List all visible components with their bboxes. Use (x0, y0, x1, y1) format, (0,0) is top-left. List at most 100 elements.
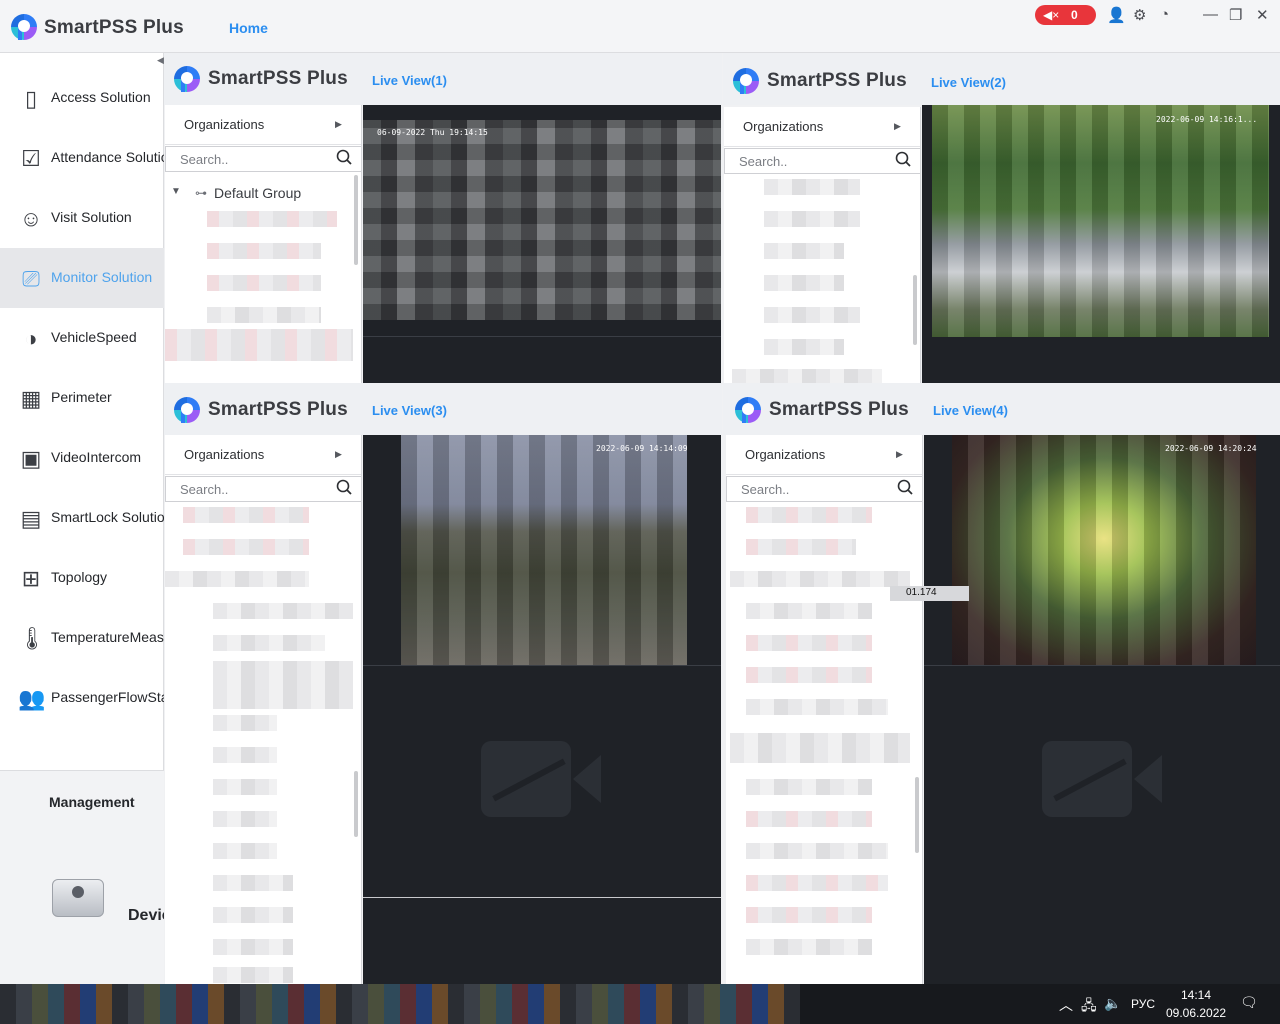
search-icon[interactable] (336, 479, 352, 495)
sidebar-item-label: Monitor Solution (51, 269, 153, 285)
expand-triangle-icon[interactable]: ▼ (171, 186, 181, 197)
list-item[interactable] (764, 179, 860, 195)
list-item[interactable] (732, 369, 882, 383)
tab-live-view-2[interactable]: Live View(2) (931, 75, 1006, 90)
sidebar-item-smartlock-solution[interactable]: ▤ SmartLock Solution (0, 488, 164, 548)
clock-time[interactable]: 14:14 (1181, 988, 1211, 1002)
list-item[interactable] (207, 275, 321, 291)
search-icon[interactable] (897, 479, 913, 495)
list-item[interactable] (213, 907, 293, 923)
list-item[interactable] (213, 875, 293, 891)
volume-icon[interactable]: 🔈 (1104, 995, 1121, 1012)
list-item[interactable] (165, 571, 309, 587)
organizations-dropdown[interactable]: Organizations ▶ (165, 105, 361, 145)
alarm-button[interactable]: ◀× 0 (1035, 5, 1096, 25)
list-item[interactable] (746, 603, 872, 619)
list-item[interactable] (730, 733, 910, 763)
list-item[interactable] (213, 661, 353, 709)
devices-label[interactable]: Devices (128, 907, 164, 925)
list-item[interactable] (165, 329, 353, 361)
list-item[interactable] (730, 571, 910, 587)
taskbar-apps[interactable] (0, 984, 800, 1024)
search-input[interactable]: Search.. (165, 146, 361, 172)
organizations-dropdown[interactable]: Organizations ▶ (724, 107, 920, 147)
restore-icon[interactable]: ❐ (1229, 6, 1242, 24)
organizations-dropdown[interactable]: Organizations ▶ (726, 435, 922, 475)
list-item[interactable] (746, 811, 872, 827)
sidebar-item-monitor-solution[interactable]: ⎚ Monitor Solution (0, 248, 164, 308)
minimize-icon[interactable]: — (1203, 6, 1218, 23)
tab-live-view-3[interactable]: Live View(3) (372, 403, 447, 418)
tab-live-view-1[interactable]: Live View(1) (372, 73, 447, 88)
language-indicator[interactable]: РУС (1131, 997, 1155, 1011)
tree-scrollbar[interactable] (354, 175, 358, 265)
list-item[interactable] (213, 967, 293, 983)
list-item[interactable] (207, 211, 337, 227)
tree-scrollbar[interactable] (354, 771, 358, 837)
list-item[interactable] (746, 939, 872, 955)
sidebar-item-vehiclespeed[interactable]: ◑ VehicleSpeed (0, 308, 164, 368)
search-input[interactable]: Search.. (724, 148, 920, 174)
performance-gauge-icon[interactable]: ◔ (1160, 6, 1169, 23)
list-item[interactable] (213, 779, 277, 795)
tree-scrollbar[interactable] (915, 777, 919, 853)
sidebar-item-perimeter[interactable]: ▦ Perimeter (0, 368, 164, 428)
tab-live-view-4[interactable]: Live View(4) (933, 403, 1008, 418)
search-input[interactable]: Search.. (165, 476, 361, 502)
list-item[interactable] (764, 307, 860, 323)
video-window-1[interactable]: 06-09-2022 Thu 19:14:15 (363, 105, 721, 383)
notification-icon[interactable]: 🗨 (1240, 994, 1258, 1011)
alarm-count: 0 (1071, 8, 1078, 22)
collapse-arrow-icon[interactable]: ◀ (157, 55, 164, 66)
list-item[interactable] (764, 211, 860, 227)
list-item[interactable] (764, 275, 844, 291)
list-item[interactable] (213, 747, 277, 763)
list-item[interactable] (207, 243, 321, 259)
list-item[interactable] (207, 307, 321, 323)
search-icon[interactable] (336, 149, 352, 165)
list-item[interactable] (213, 843, 277, 859)
organizations-dropdown[interactable]: Organizations ▶ (165, 435, 361, 475)
list-item[interactable] (213, 715, 277, 731)
list-item[interactable] (746, 635, 872, 651)
list-item[interactable] (213, 939, 293, 955)
sidebar-item-attendance-solution[interactable]: ☑ Attendance Solution (0, 128, 164, 188)
video-window-2[interactable]: 2022-06-09 14:16:1... (922, 105, 1280, 383)
sidebar-item-visit-solution[interactable]: ☺ Visit Solution (0, 188, 164, 248)
search-icon[interactable] (895, 151, 911, 167)
list-item[interactable] (746, 507, 872, 523)
user-icon[interactable]: 👤 (1107, 6, 1126, 24)
gear-icon[interactable]: ⚙ (1133, 6, 1146, 24)
sidebar-item-topology[interactable]: ⊞ Topology (0, 548, 164, 608)
tab-home[interactable]: Home (229, 20, 268, 36)
search-input[interactable]: Search.. (726, 476, 922, 502)
list-item[interactable] (746, 779, 872, 795)
sidebar-item-passengerflow[interactable]: 👥 PassengerFlowStatistics (0, 668, 164, 728)
network-icon[interactable]: 🖧 (1081, 995, 1097, 1019)
list-item[interactable] (764, 339, 844, 355)
tree-scrollbar[interactable] (913, 275, 917, 345)
sidebar-item-videointercom[interactable]: ▣ VideoIntercom (0, 428, 164, 488)
list-item[interactable] (746, 875, 888, 891)
list-item[interactable] (183, 507, 309, 523)
list-item[interactable] (746, 667, 872, 683)
list-item[interactable] (746, 907, 872, 923)
chevron-up-icon[interactable]: ︿ (1059, 995, 1073, 1015)
video-window-4[interactable]: 2022-06-09 14:20:24 (924, 435, 1280, 984)
clock-date[interactable]: 09.06.2022 (1166, 1006, 1226, 1020)
list-item[interactable] (213, 811, 277, 827)
video-window-3[interactable]: 2022-06-09 14:14:09 (363, 435, 721, 984)
sidebar-item-access-solution[interactable]: ▯ Access Solution (0, 68, 164, 128)
tree-node-default-group[interactable]: ▼ ⊶ Default Group (165, 183, 361, 203)
list-item[interactable] (213, 603, 353, 619)
device-icon[interactable] (52, 879, 104, 917)
list-item[interactable] (746, 843, 888, 859)
list-item[interactable] (183, 539, 309, 555)
close-icon[interactable]: ✕ (1256, 6, 1269, 24)
app-logo-icon (735, 397, 761, 423)
sidebar-item-temperature[interactable]: 🌡 TemperatureMeasurement (0, 608, 164, 668)
list-item[interactable] (746, 699, 888, 715)
list-item[interactable] (764, 243, 844, 259)
list-item[interactable] (746, 539, 856, 555)
list-item[interactable] (213, 635, 325, 651)
